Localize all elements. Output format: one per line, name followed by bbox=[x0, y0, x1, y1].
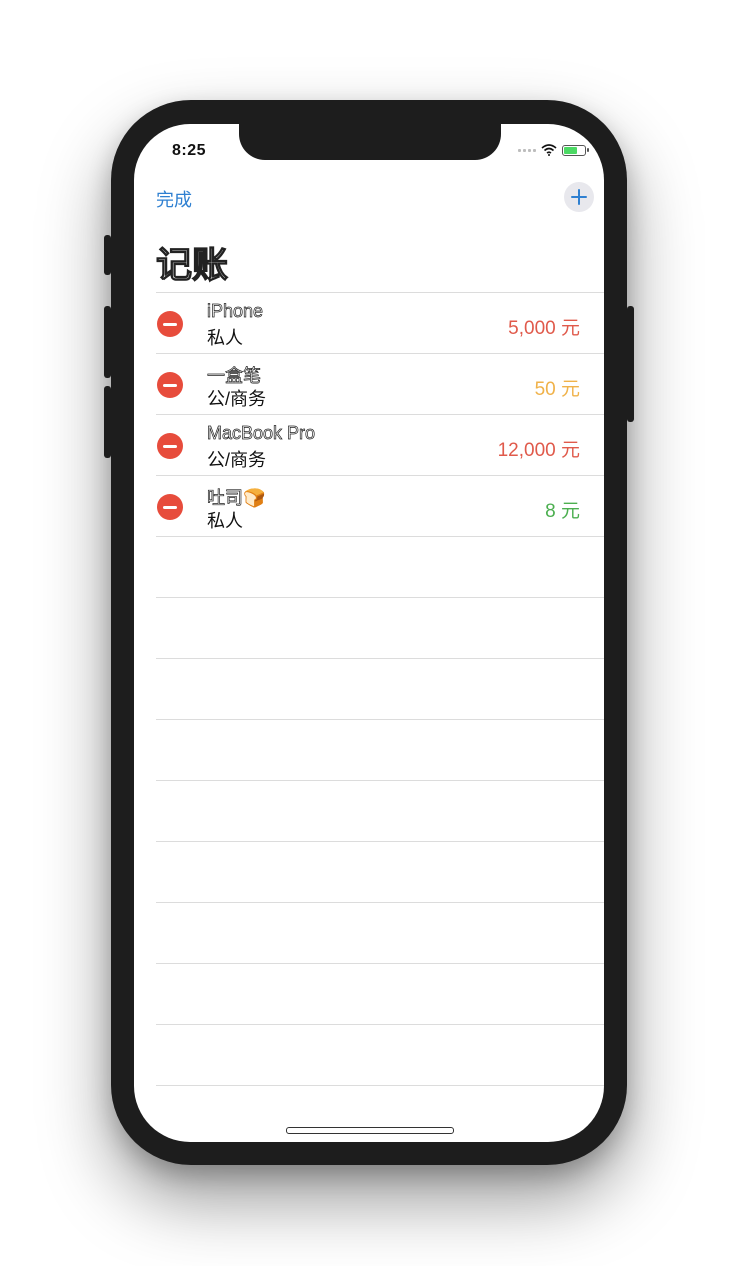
item-name: MacBook Pro bbox=[207, 423, 316, 444]
empty-row bbox=[156, 598, 604, 659]
home-indicator[interactable] bbox=[286, 1127, 454, 1134]
power-button bbox=[627, 306, 634, 422]
wifi-icon bbox=[541, 144, 557, 156]
status-time: 8:25 bbox=[172, 142, 207, 159]
empty-row bbox=[156, 659, 604, 720]
empty-row bbox=[156, 964, 604, 1025]
mute-switch bbox=[104, 235, 111, 275]
volume-up-button bbox=[104, 306, 111, 378]
delete-icon[interactable] bbox=[157, 494, 183, 520]
item-category: 公/商务 bbox=[207, 389, 267, 409]
item-category: 私人 bbox=[207, 328, 243, 348]
done-button[interactable]: 完成 bbox=[156, 186, 192, 212]
plus-icon bbox=[571, 189, 587, 205]
list-item[interactable]: MacBook Pro 公/商务 12,000 元 bbox=[156, 415, 604, 476]
signal-icon bbox=[518, 148, 536, 152]
item-amount: 12,000 元 bbox=[497, 440, 580, 461]
list-item[interactable]: 一盒笔 公/商务 50 元 bbox=[156, 354, 604, 415]
page-title: 记账 bbox=[155, 243, 229, 285]
empty-row bbox=[156, 842, 604, 903]
volume-down-button bbox=[104, 386, 111, 458]
item-amount: 50 元 bbox=[534, 379, 580, 400]
item-amount: 5,000 元 bbox=[508, 318, 580, 339]
delete-icon[interactable] bbox=[157, 433, 183, 459]
delete-icon[interactable] bbox=[157, 372, 183, 398]
expense-list: iPhone 私人 5,000 元 一盒笔 公/商务 50 元 MacBook … bbox=[156, 292, 604, 1086]
item-amount: 8 元 bbox=[545, 501, 580, 522]
empty-row bbox=[156, 537, 604, 598]
list-item[interactable]: iPhone 私人 5,000 元 bbox=[156, 293, 604, 354]
item-name: iPhone bbox=[207, 301, 264, 322]
empty-row bbox=[156, 903, 604, 964]
empty-row bbox=[156, 781, 604, 842]
battery-icon bbox=[562, 144, 589, 156]
item-category: 公/商务 bbox=[207, 450, 267, 470]
screen: 8:25 完成 记账 iPhone 私人 5,000 元 一盒笔 公/商务 50 bbox=[134, 124, 604, 1142]
item-category: 私人 bbox=[207, 511, 243, 531]
list-item[interactable]: 吐司🍞 私人 8 元 bbox=[156, 476, 604, 537]
notch bbox=[239, 124, 501, 160]
delete-icon[interactable] bbox=[157, 311, 183, 337]
empty-row bbox=[156, 720, 604, 781]
add-button[interactable] bbox=[564, 182, 594, 212]
empty-row bbox=[156, 1025, 604, 1086]
status-icons bbox=[518, 144, 589, 156]
